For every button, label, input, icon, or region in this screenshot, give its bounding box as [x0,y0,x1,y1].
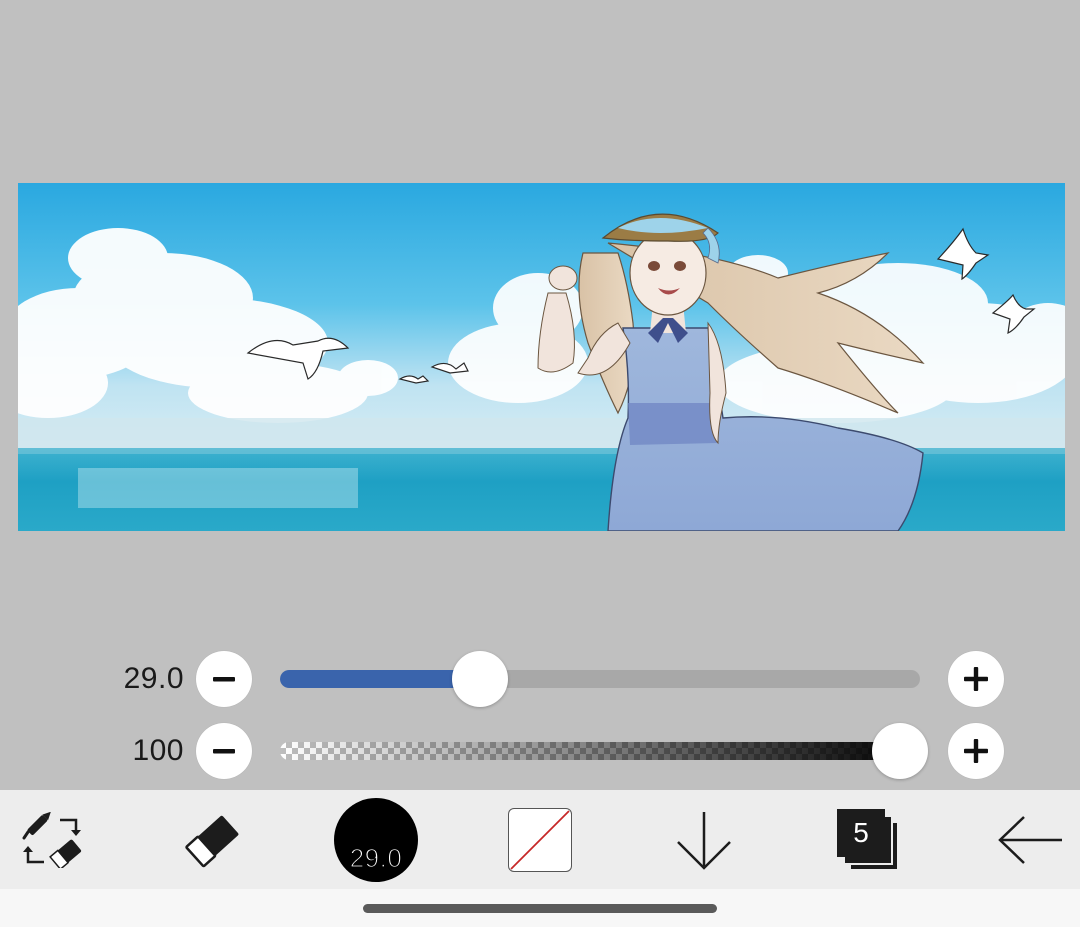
bottom-toolbar: 29.0 5 [0,790,1080,889]
home-indicator-area [0,889,1080,927]
swap-brush-eraser-button[interactable] [10,790,94,889]
save-down-button[interactable] [662,790,746,889]
arrow-left-icon [998,815,1062,864]
plus-icon [964,667,988,691]
eraser-button[interactable] [170,790,254,889]
layers-icon: 5 [837,808,899,871]
brush-size-label: 29.0 [349,842,403,873]
brush-settings-button[interactable]: 29.0 [330,790,422,889]
swap-brush-eraser-icon [22,811,82,868]
opacity-value: 100 [132,734,184,767]
drawing-canvas[interactable] [18,183,1065,531]
opacity-decrease-button[interactable] [196,723,252,779]
brush-preview: 29.0 [334,797,418,882]
color-picker-button[interactable] [498,790,582,889]
opacity-increase-button[interactable] [948,723,1004,779]
arrow-down-icon [677,811,731,870]
minus-icon [213,677,235,682]
brush-size-fill [280,670,480,688]
color-swatch-transparent-icon [508,807,572,872]
layers-button[interactable]: 5 [826,790,910,889]
plus-icon [964,739,988,763]
brush-size-track[interactable] [280,670,920,688]
brush-size-value: 29.0 [123,662,184,695]
minus-icon [213,749,235,754]
brush-size-slider-row: 29.0 [0,649,1080,709]
home-indicator[interactable] [363,904,717,913]
layer-count: 5 [853,816,869,848]
brush-size-increase-button[interactable] [948,651,1004,707]
opacity-slider-row: 100 [0,721,1080,781]
eraser-icon [185,815,239,867]
artwork-beach-girl [18,183,1065,531]
back-button[interactable] [988,790,1072,889]
opacity-thumb[interactable] [872,723,928,779]
brush-size-thumb[interactable] [452,651,508,707]
opacity-track[interactable] [280,742,920,760]
brush-size-decrease-button[interactable] [196,651,252,707]
